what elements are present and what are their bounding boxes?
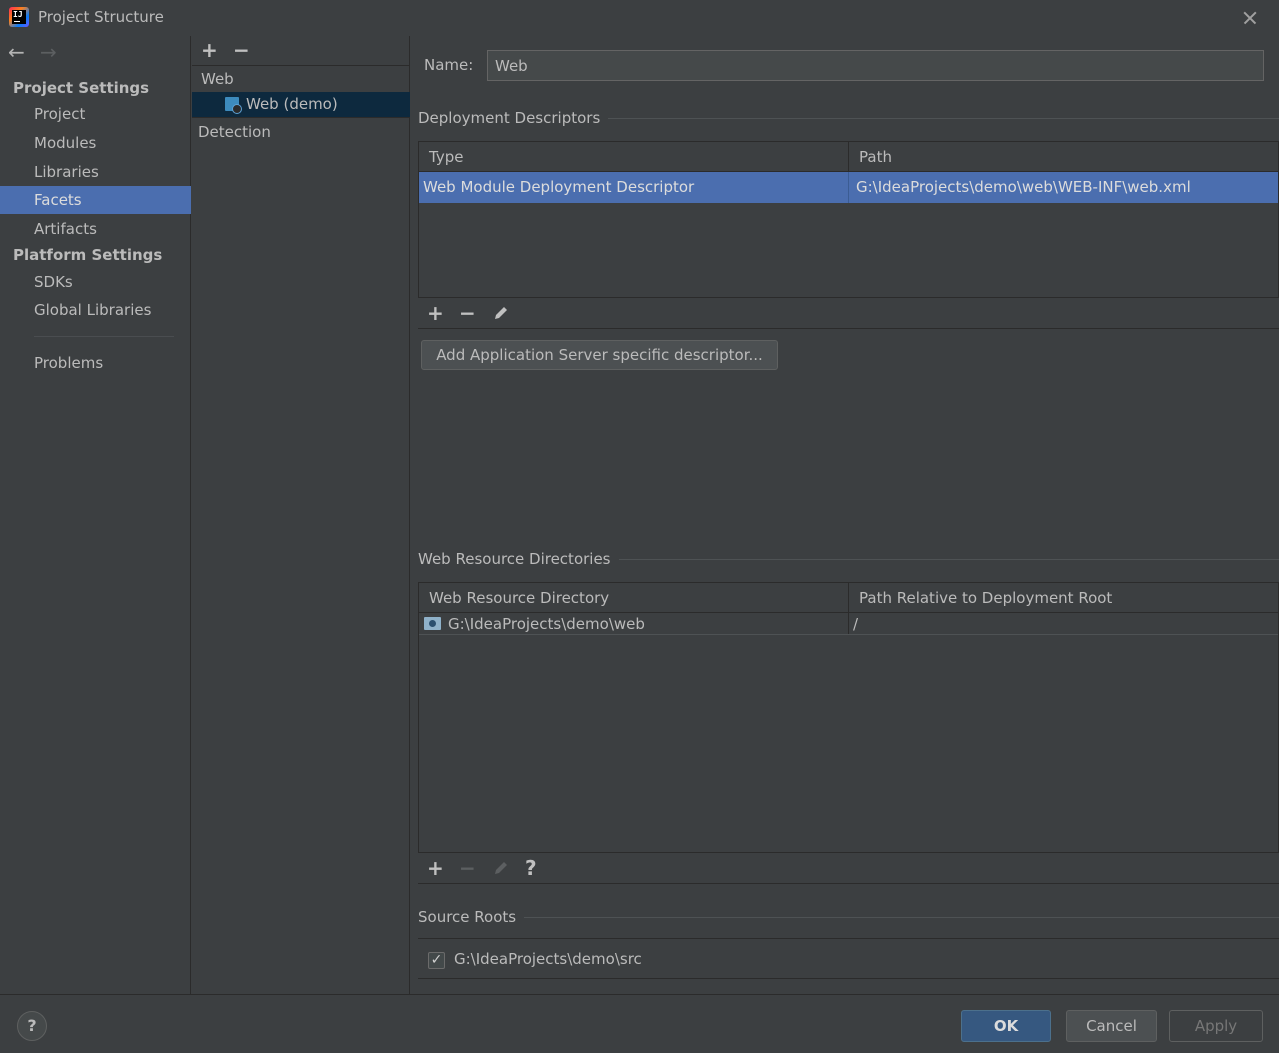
resource-directory-cell: G:\IdeaProjects\demo\web — [448, 615, 645, 633]
column-header-type[interactable]: Type — [419, 142, 848, 172]
source-roots-list: ✓ G:\IdeaProjects\demo\src — [418, 938, 1279, 979]
descriptor-type-cell: Web Module Deployment Descriptor — [423, 178, 695, 196]
facet-settings-panel: Name: Deployment Descriptors Type Path W… — [411, 36, 1279, 994]
web-resource-directories-table: Web Resource Directory Path Relative to … — [418, 582, 1279, 853]
sidebar-divider — [34, 336, 174, 337]
column-header-path[interactable]: Path — [849, 142, 1278, 172]
tree-item-detection[interactable]: Detection — [198, 123, 271, 141]
platform-settings-header: Platform Settings — [13, 246, 163, 264]
close-icon[interactable] — [1238, 6, 1262, 30]
sidebar-item-artifacts[interactable]: Artifacts — [0, 215, 191, 243]
help-icon[interactable]: ? — [525, 858, 537, 878]
dialog-button-bar: ? OK Cancel Apply — [0, 994, 1279, 1053]
relative-path-cell: / — [853, 615, 859, 633]
name-label: Name: — [424, 56, 474, 74]
tree-item-label: Web (demo) — [246, 95, 338, 113]
deployment-descriptors-table: Type Path Web Module Deployment Descript… — [418, 141, 1279, 298]
sidebar-item-global-libraries[interactable]: Global Libraries — [0, 296, 191, 324]
web-folder-icon — [424, 617, 441, 630]
column-divider — [848, 172, 849, 203]
sidebar-item-libraries[interactable]: Libraries — [0, 158, 191, 186]
tree-item-web-demo[interactable]: Web (demo) — [192, 92, 410, 117]
source-root-path: G:\IdeaProjects\demo\src — [454, 950, 642, 968]
descriptor-path-cell: G:\IdeaProjects\demo\web\WEB-INF\web.xml — [856, 178, 1191, 196]
add-icon[interactable]: + — [427, 858, 444, 878]
column-header-relative-path[interactable]: Path Relative to Deployment Root — [849, 583, 1278, 613]
forward-arrow-icon[interactable]: → — [40, 42, 57, 62]
window-title: Project Structure — [38, 8, 164, 26]
add-server-descriptor-button[interactable]: Add Application Server specific descript… — [421, 340, 778, 370]
tree-group-web[interactable]: Web — [201, 70, 234, 88]
back-arrow-icon[interactable]: ← — [8, 42, 25, 62]
group-divider — [418, 917, 1279, 918]
sidebar-item-modules[interactable]: Modules — [0, 129, 191, 157]
column-header-directory[interactable]: Web Resource Directory — [419, 583, 848, 613]
apply-button[interactable]: Apply — [1169, 1010, 1263, 1042]
edit-pencil-icon[interactable] — [491, 303, 511, 326]
source-root-checkbox[interactable]: ✓ — [428, 952, 445, 969]
web-resource-directories-title: Web Resource Directories — [418, 550, 619, 568]
deployment-table-toolbar: + − — [418, 297, 1279, 329]
intellij-app-icon: IJ — [9, 7, 29, 27]
web-resources-table-toolbar: + − ? — [418, 852, 1279, 884]
table-row[interactable]: Web Module Deployment Descriptor G:\Idea… — [419, 172, 1278, 203]
settings-sidebar: ← → Project Settings Project Modules Lib… — [0, 36, 191, 994]
tree-divider — [192, 117, 410, 118]
web-facet-icon — [225, 97, 242, 114]
cancel-button[interactable]: Cancel — [1066, 1010, 1157, 1042]
facets-tree-panel: + − Web Web (demo) Detection — [192, 36, 410, 994]
add-facet-icon[interactable]: + — [201, 40, 218, 60]
remove-icon[interactable]: − — [459, 303, 476, 323]
toolbar-divider — [192, 65, 410, 66]
name-field[interactable] — [487, 50, 1264, 81]
title-bar: IJ Project Structure — [0, 0, 1279, 36]
source-roots-title: Source Roots — [418, 908, 525, 926]
project-settings-header: Project Settings — [13, 79, 150, 97]
remove-facet-icon[interactable]: − — [233, 40, 250, 60]
table-row[interactable]: G:\IdeaProjects\demo\web / — [419, 613, 1278, 635]
sidebar-item-sdks[interactable]: SDKs — [0, 268, 191, 296]
help-button[interactable]: ? — [17, 1011, 47, 1041]
remove-icon: − — [459, 856, 476, 880]
edit-pencil-icon — [491, 858, 511, 881]
sidebar-item-project[interactable]: Project — [0, 100, 191, 128]
ok-button[interactable]: OK — [961, 1010, 1051, 1042]
add-icon[interactable]: + — [427, 303, 444, 323]
deployment-descriptors-title: Deployment Descriptors — [418, 109, 609, 127]
sidebar-item-facets[interactable]: Facets — [0, 186, 191, 214]
sidebar-item-problems[interactable]: Problems — [0, 349, 191, 377]
